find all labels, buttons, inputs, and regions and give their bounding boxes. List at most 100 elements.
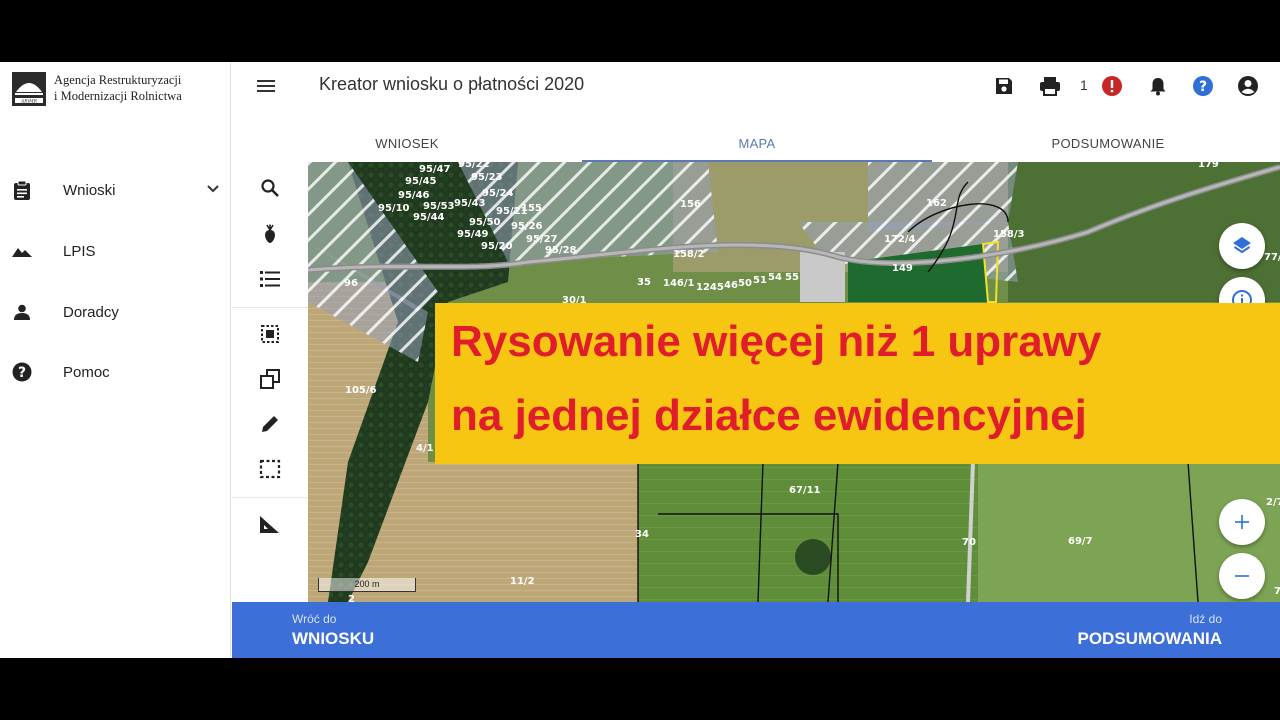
app-window: ARiMR Agencja Restrukturyzacji i Moderni… (0, 62, 1280, 658)
step-tabs: WNIOSEK MAPA PODSUMOWANIE (308, 124, 1280, 162)
arimr-logo-mark: ARiMR (12, 72, 46, 106)
tool-divider (232, 497, 308, 498)
sidebar-item-doradcy[interactable]: Doradcy (0, 292, 231, 332)
parcel-label: 95/22 (458, 162, 490, 170)
parcel-label: 95/27 (526, 234, 558, 245)
layers-button[interactable] (1219, 223, 1265, 269)
parcel-label: 11/2 (510, 576, 535, 587)
parcel-label: 95/44 (413, 212, 445, 223)
parcel-label: 95/28 (545, 245, 577, 256)
select-rect-icon[interactable] (258, 457, 282, 481)
scale-bar: 200 m (318, 578, 416, 592)
tab-podsumowanie[interactable]: PODSUMOWANIE (1008, 124, 1208, 162)
parcel-label: 105/6 (345, 385, 377, 396)
help-icon: ? (12, 362, 32, 382)
chevron-down-icon[interactable] (206, 181, 220, 199)
layers-icon (1231, 235, 1253, 257)
parcel-label: 77/ (1264, 252, 1280, 263)
parcel-label: 2/7 (1266, 497, 1280, 508)
parcel-label: 155 (521, 203, 542, 214)
zoom-in-button[interactable] (1219, 499, 1265, 545)
save-icon[interactable] (992, 74, 1016, 98)
sidebar-item-label: Pomoc (63, 363, 110, 381)
parcel-label: 149 (892, 263, 913, 274)
parcel-label: 95/43 (454, 198, 486, 209)
side-navigation: ARiMR Agencja Restrukturyzacji i Moderni… (0, 62, 231, 658)
parcel-label: 34 (635, 529, 649, 540)
tab-mapa[interactable]: MAPA (582, 124, 932, 162)
back-button-label: WNIOSKU (292, 629, 375, 648)
parcel-label: 95/20 (481, 241, 513, 252)
tab-wniosek[interactable]: WNIOSEK (308, 124, 506, 162)
parcel-label: 95/53 (423, 201, 455, 212)
agency-name: Agencja Restrukturyzacji i Modernizacji … (54, 72, 182, 104)
tool-divider (232, 307, 308, 308)
parcel-label: 162 (926, 198, 947, 209)
parcel-label: 2 (348, 594, 355, 602)
bell-icon[interactable] (1146, 74, 1170, 98)
go-to-summary-button[interactable]: Idź do PODSUMOWANIA (1078, 612, 1223, 649)
agency-name-line2: i Modernizacji Rolnictwa (54, 89, 182, 103)
select-all-icon[interactable] (258, 322, 282, 346)
parcel-label: 179 (1198, 162, 1219, 170)
parcel-label: 95/24 (482, 188, 514, 199)
parcel-label: 46 (724, 280, 738, 291)
next-button-caption: Idź do (1189, 612, 1222, 626)
page-title: Kreator wniosku o płatności 2020 (319, 74, 585, 94)
tutorial-title-banner: Rysowanie więcej niż 1 uprawy na jednej … (435, 303, 1280, 464)
parcel-label: 158/2 (673, 249, 705, 260)
parcel-label: 95/50 (469, 217, 501, 228)
copy-shapes-icon[interactable] (258, 367, 282, 391)
back-to-application-button[interactable]: Wróć do WNIOSKU (292, 612, 374, 649)
parcel-label: 146/1 (663, 278, 695, 289)
parcel-label: 4/1 (416, 443, 434, 454)
next-button-label: PODSUMOWANIA (1077, 629, 1223, 648)
minus-icon (1234, 568, 1250, 584)
parcel-label: 51 (753, 275, 767, 286)
sidebar-item-pomoc[interactable]: ? Pomoc (0, 352, 231, 392)
plus-icon (1234, 514, 1250, 530)
banner-title-line1: Rysowanie więcej niż 1 uprawy (451, 317, 1102, 366)
person-icon (12, 302, 32, 322)
sidebar-item-label: Wnioski (63, 181, 116, 199)
parcel-label: 95/46 (398, 190, 430, 201)
sidebar-item-wnioski[interactable]: Wnioski (0, 170, 231, 210)
help-circle-icon[interactable]: ? (1191, 74, 1215, 98)
sidebar-item-label: Doradcy (63, 303, 119, 321)
parcel-label: 95/47 (419, 164, 451, 175)
zoom-out-button[interactable] (1219, 553, 1265, 599)
parcel-label: 95/49 (457, 229, 489, 240)
parcel-label: 70 (962, 537, 976, 548)
top-app-bar: Kreator wniosku o płatności 2020 1 ? (232, 62, 1280, 110)
parcel-label: 54 (768, 272, 782, 283)
parcel-label: 96 (344, 278, 358, 289)
sidebar-item-lpis[interactable]: LPIS (0, 231, 231, 271)
parcel-label: 95/26 (511, 221, 543, 232)
parcel-label: 95/10 (378, 203, 410, 214)
search-icon[interactable] (258, 176, 282, 200)
pencil-icon[interactable] (258, 412, 282, 436)
parcel-label: 158/3 (993, 229, 1025, 240)
crop-icon[interactable] (258, 222, 282, 246)
print-icon[interactable] (1038, 74, 1062, 98)
clipboard-icon (12, 180, 32, 200)
parcel-label: 35 (637, 277, 651, 288)
agency-logo[interactable]: ARiMR Agencja Restrukturyzacji i Moderni… (12, 72, 182, 106)
parcel-label: 95/23 (471, 172, 503, 183)
parcel-label: 172/4 (884, 234, 916, 245)
wizard-navigation-bar: Wróć do WNIOSKU Idź do PODSUMOWANIA (232, 602, 1280, 658)
error-count: 1 (1080, 77, 1088, 93)
parcel-label: 156 (680, 199, 701, 210)
parcel-label: 69/7 (1068, 536, 1093, 547)
parcel-label: 50 (738, 278, 752, 289)
menu-icon[interactable] (256, 76, 276, 96)
agency-name-line1: Agencja Restrukturyzacji (54, 73, 182, 87)
svg-text:?: ? (1199, 79, 1207, 95)
parcel-label: 1245 (696, 282, 724, 293)
parcel-label: 55 (785, 272, 799, 283)
parcel-label: 67/11 (789, 485, 821, 496)
error-icon[interactable] (1100, 74, 1124, 98)
measure-icon[interactable] (258, 512, 282, 536)
list-icon[interactable] (258, 267, 282, 291)
account-icon[interactable] (1236, 74, 1260, 98)
